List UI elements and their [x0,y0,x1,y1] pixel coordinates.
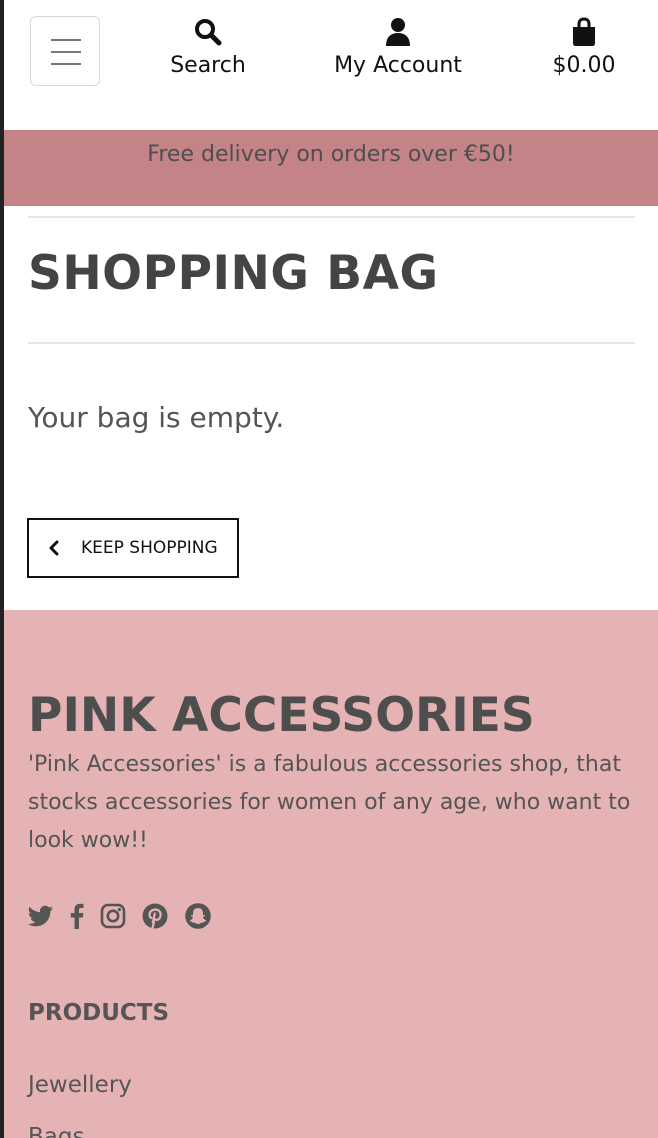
window-edge [0,0,4,1138]
footer-brand-title: PINK ACCESSORIES [28,688,535,743]
my-account-nav-link[interactable]: My Account [326,16,470,80]
page-title: SHOPPING BAG [28,246,439,301]
hamburger-icon [51,39,81,41]
search-nav-link[interactable]: Search [158,16,258,80]
instagram-icon[interactable] [100,903,126,929]
top-navbar: Search My Account $0.00 [4,0,658,130]
chevron-left-icon [47,539,75,557]
user-icon [326,16,470,48]
twitter-icon[interactable] [28,905,54,927]
keep-shopping-label: KEEP SHOPPING [81,538,218,558]
site-footer: PINK ACCESSORIES 'Pink Accessories' is a… [4,610,658,1138]
products-heading: PRODUCTS [28,1000,170,1026]
bag-total: $0.00 [552,53,616,78]
social-links [28,900,228,932]
footer-link-jewellery[interactable]: Jewellery [28,1068,132,1102]
my-account-label: My Account [334,53,462,78]
delivery-banner: Free delivery on orders over €50! [4,130,658,206]
facebook-icon[interactable] [70,903,84,929]
keep-shopping-button[interactable]: KEEP SHOPPING [27,518,239,578]
pinterest-icon[interactable] [142,903,168,929]
divider [28,342,635,344]
snapchat-icon[interactable] [184,903,212,929]
divider [28,216,635,218]
search-icon [158,16,258,48]
empty-bag-message: Your bag is empty. [28,401,285,434]
footer-description: 'Pink Accessories' is a fabulous accesso… [28,752,631,853]
hamburger-icon-bar [51,51,81,53]
search-label: Search [170,53,246,78]
shopping-bag-icon [542,16,626,48]
footer-link-bags[interactable]: Bags [28,1120,84,1138]
hamburger-icon-bar [51,63,81,65]
menu-toggle-button[interactable] [30,16,100,86]
shopping-bag-nav-link[interactable]: $0.00 [542,16,626,80]
